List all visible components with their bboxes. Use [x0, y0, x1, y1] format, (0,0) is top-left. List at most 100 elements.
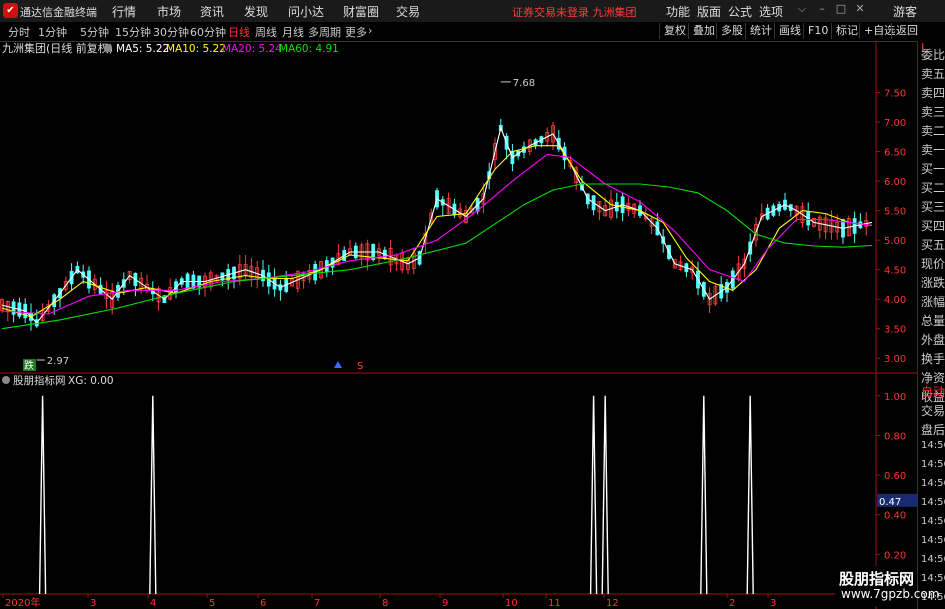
login-notice[interactable]: 证券交易未登录 九洲集团 [512, 4, 637, 20]
period-weekly[interactable]: 周线 [255, 24, 277, 40]
low-label: 2.97 [47, 356, 69, 367]
sidebar-item: 卖一 [921, 143, 945, 157]
menu-faxian[interactable]: 发现 [244, 3, 268, 20]
signal-spike [589, 395, 598, 595]
menu-caifuquan[interactable]: 财富圈 [343, 3, 379, 20]
signal-spike [38, 395, 47, 595]
period-monthly[interactable]: 月线 [282, 24, 304, 40]
date-label: 2020年 [5, 596, 40, 609]
tool-back[interactable]: 返回 [891, 23, 922, 39]
price-tick-label: 4.50 [884, 266, 906, 277]
tool-f10[interactable]: F10 [803, 23, 832, 39]
price-tick-label: 6.00 [884, 177, 906, 188]
menu-hangqing[interactable]: 行情 [112, 3, 136, 20]
date-label: 8 [382, 598, 388, 609]
chevron-down-icon[interactable]: ⌵ [793, 2, 811, 18]
menu-shichang[interactable]: 市场 [157, 3, 181, 20]
period-more[interactable]: 更多 [345, 24, 367, 40]
sidebar-item: 涨跌 [921, 276, 945, 290]
sub-tick-label: 1.00 [884, 392, 906, 403]
tool-fuquan[interactable]: 复权 [659, 23, 690, 39]
sub-current-label: 0.47 [879, 497, 901, 508]
settings-icon [104, 44, 112, 52]
period-multi[interactable]: 多周期 [308, 24, 341, 40]
date-label: 12 [606, 598, 619, 609]
buy-marker-icon [334, 361, 342, 368]
menu-banmian[interactable]: 版面 [697, 3, 721, 20]
menu-xuanxiang[interactable]: 选项 [759, 3, 783, 20]
watermark-title: 股朋指标网 [839, 570, 915, 588]
sidebar-lower-item: 自动 [921, 385, 945, 399]
price-tick-label: 4.00 [884, 295, 906, 306]
sidebar-item: 现价 [921, 257, 945, 271]
kline-chart[interactable]: 股朋指标网 XG: 0.00 7.507.006.506.005.505.004.… [0, 41, 917, 609]
tool-huaxian[interactable]: 画线 [774, 23, 805, 39]
sidebar-lower-item: 14:56 [921, 554, 945, 565]
sidebar-lower-item: 14:56 [921, 459, 945, 470]
minimize-icon[interactable]: – [813, 2, 831, 18]
maximize-icon[interactable]: □ [832, 2, 850, 18]
tool-diejia[interactable]: 叠加 [688, 23, 719, 39]
menu-gongshi[interactable]: 公式 [728, 3, 752, 20]
sidebar-item: 卖三 [921, 105, 945, 119]
app-title: 通达信金融终端 [20, 6, 97, 19]
sidebar-lower-item: 14:56 [921, 573, 945, 584]
date-label: 6 [260, 598, 266, 609]
indicator-settings-icon [2, 376, 10, 384]
period-daily[interactable]: 日线 [228, 24, 250, 40]
price-tick-label: 7.00 [884, 118, 906, 129]
close-icon[interactable]: ✕ [851, 2, 869, 18]
menu-gongneng[interactable]: 功能 [666, 3, 690, 20]
sidebar-item: 委比 [921, 48, 945, 62]
ma-legend-3: MA60: 4.91 [279, 43, 339, 55]
price-tick-label: 7.50 [884, 89, 906, 100]
sidebar-lower-item: 盘后 [921, 423, 945, 437]
watermark: 股朋指标网 www.7gpzb.com [835, 566, 939, 606]
tool-tongji[interactable]: 统计 [745, 23, 776, 39]
menu-wenxiaoda[interactable]: 问小达 [288, 3, 324, 20]
signal-spike [700, 395, 708, 595]
menu-zixun[interactable]: 资讯 [200, 3, 224, 20]
date-label: 5 [209, 598, 215, 609]
sidebar-item: 买三 [921, 200, 945, 214]
sidebar-item: 买二 [921, 181, 945, 195]
ma-line-ma20 [1, 153, 873, 315]
sidebar-item: 卖四 [921, 86, 945, 100]
ma-legend-1: MA10: 5.22 [166, 43, 226, 55]
price-tick-label: 3.50 [884, 325, 906, 336]
sidebar-item: 卖二 [921, 124, 945, 138]
period-fenshi[interactable]: 分时 [8, 24, 30, 40]
date-label: 11 [548, 598, 561, 609]
sidebar-item: 买五 [921, 238, 945, 252]
quote-sidebar: L 委比 卖五 卖四 卖三 卖二 卖一 买一 买二 买三 买四 买五 现价 涨跌 涨幅 总量 外盘 换手 净资 收益自… [917, 41, 945, 609]
period-30min[interactable]: 30分钟 [153, 24, 189, 40]
date-label: 4 [150, 598, 156, 609]
period-1min[interactable]: 1分钟 [38, 24, 67, 40]
indicator-value: XG: 0.00 [68, 375, 114, 387]
signal-spike [149, 395, 157, 595]
watermark-url: www.7gpzb.com [841, 587, 940, 601]
tool-biaoji[interactable]: 标记 [831, 23, 862, 39]
sidebar-lower-item: 14:56 [921, 440, 945, 451]
sidebar-lower-item: 14:56 [921, 478, 945, 489]
period-60min[interactable]: 60分钟 [190, 24, 226, 40]
menu-jiaoyi[interactable]: 交易 [396, 3, 420, 20]
guest-link[interactable]: 游客 [893, 3, 917, 20]
sub-tick-label: 0.20 [884, 550, 906, 561]
period-15min[interactable]: 15分钟 [115, 24, 151, 40]
price-tick-label: 3.00 [884, 354, 906, 365]
price-tick-label: 5.50 [884, 207, 906, 218]
chevron-right-icon[interactable]: › [368, 24, 372, 37]
sidebar-item: 买一 [921, 162, 945, 176]
period-5min[interactable]: 5分钟 [80, 24, 109, 40]
price-tick-label: 5.00 [884, 236, 906, 247]
sub-tick-label: 0.40 [884, 511, 906, 522]
stock-label: 九洲集团(日线 前复权) [2, 41, 113, 55]
date-label: 7 [314, 598, 320, 609]
date-label: 3 [770, 598, 776, 609]
ma-legend-2: MA20: 5.24 [222, 43, 282, 55]
sidebar-item: 换手 [921, 352, 945, 366]
date-label: 10 [505, 598, 518, 609]
period-toolbar: 分时 1分钟 5分钟 15分钟 30分钟 60分钟 日线 周线 月线 多周期 更… [0, 22, 945, 42]
tool-duogu[interactable]: 多股 [716, 23, 747, 39]
